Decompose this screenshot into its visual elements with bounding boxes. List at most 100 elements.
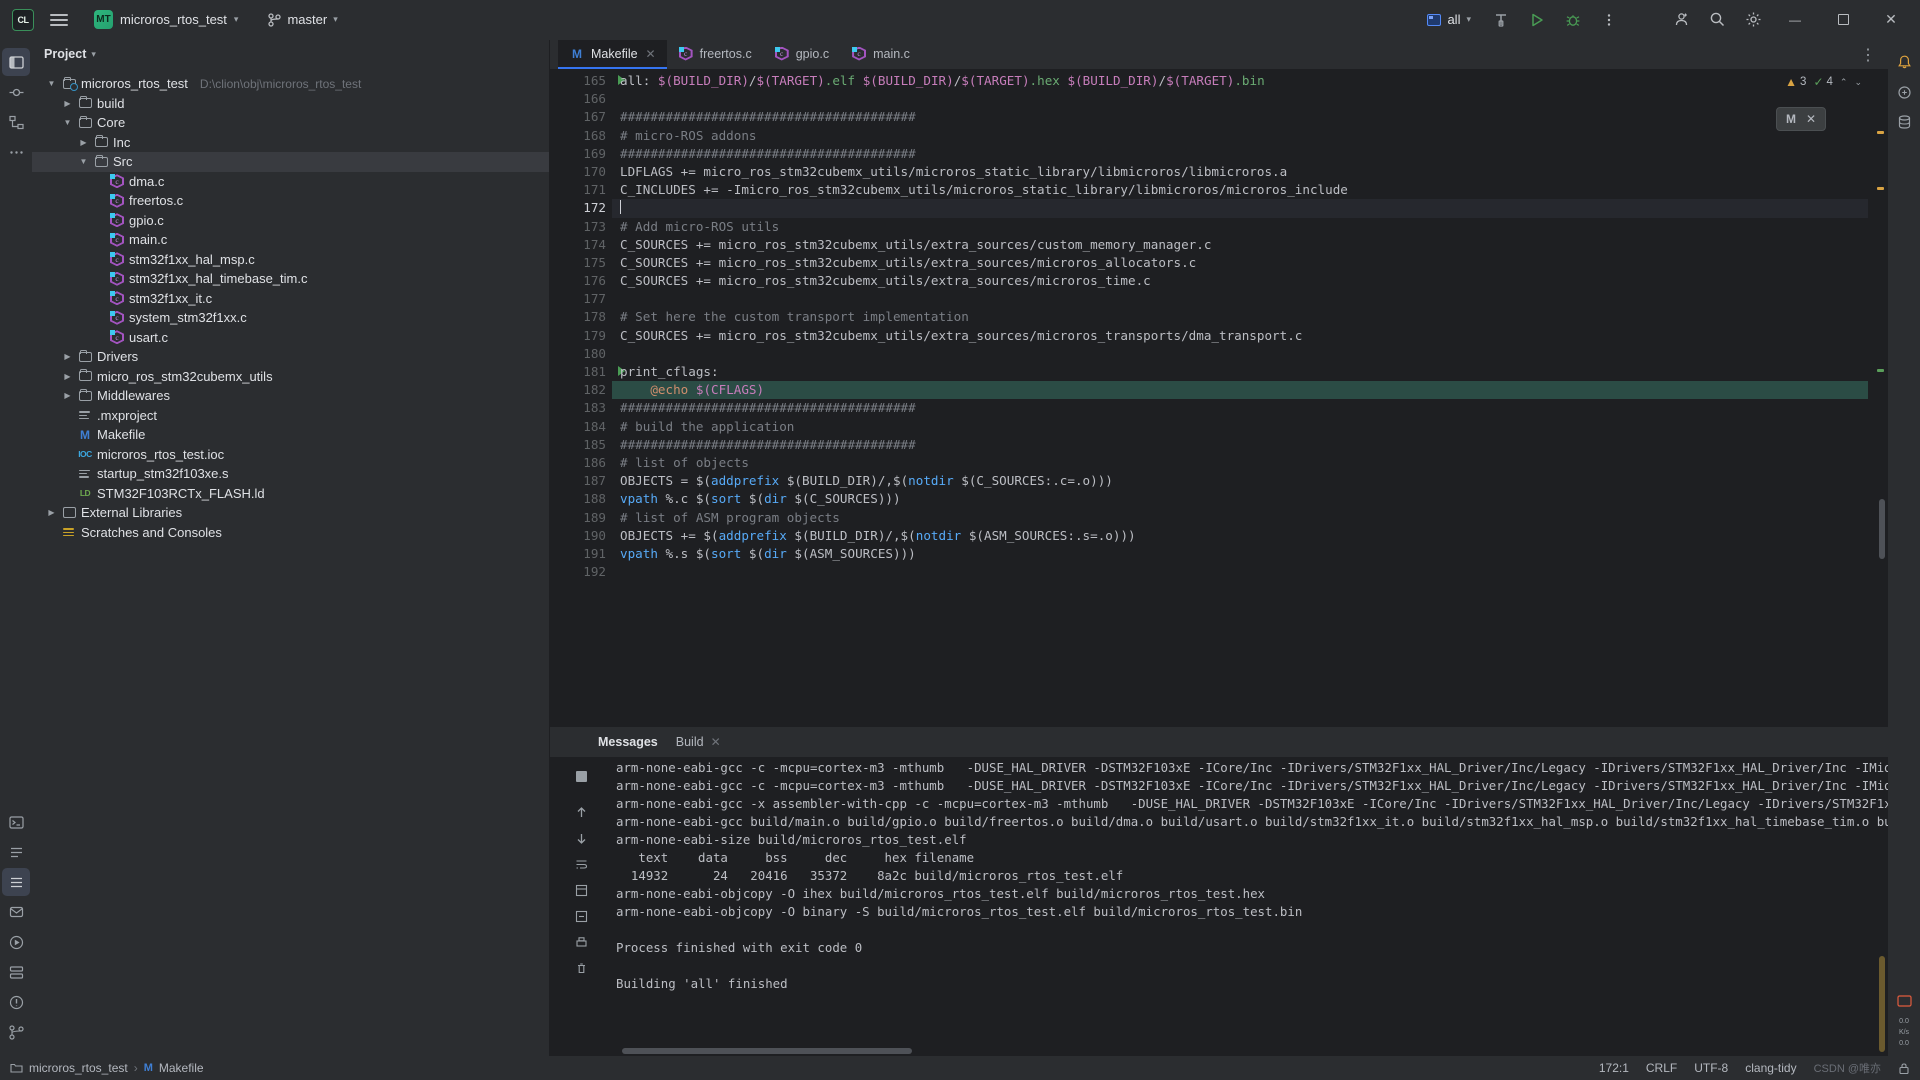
code-line[interactable]: LDFLAGS += micro_ros_stm32cubemx_utils/m… (612, 163, 1868, 181)
tree-item-stm32f103rctx-flash-ld[interactable]: ▶LDSTM32F103RCTx_FLASH.ld (32, 484, 549, 504)
lock-icon[interactable] (1898, 1062, 1910, 1075)
tab-gpio-c[interactable]: cgpio.c (763, 40, 840, 69)
tree-item-gpio-c[interactable]: ▶cgpio.c (32, 211, 549, 231)
line-number[interactable]: 165 (550, 72, 612, 90)
line-number[interactable]: 180 (550, 345, 612, 363)
tree-item-stm32f1xx-hal-timebase-tim-c[interactable]: ▶cstm32f1xx_hal_timebase_tim.c (32, 269, 549, 289)
scroll-up-icon[interactable] (570, 801, 592, 823)
ok-marker[interactable] (1877, 369, 1884, 372)
line-number[interactable]: 166 (550, 90, 612, 108)
ai-assistant-icon[interactable] (1890, 78, 1918, 106)
tree-item--mxproject[interactable]: ▶.mxproject (32, 406, 549, 426)
editor-scrollbar-thumb[interactable] (1879, 499, 1885, 559)
code-line[interactable]: ####################################### (612, 145, 1868, 163)
code-line[interactable]: ####################################### (612, 108, 1868, 126)
rerun-icon[interactable] (570, 765, 592, 787)
tree-item-external-libraries[interactable]: ▶External Libraries (32, 503, 549, 523)
tree-item-dma-c[interactable]: ▶cdma.c (32, 172, 549, 192)
run-configuration-selector[interactable]: all ▾ (1420, 8, 1478, 31)
vcs-tool-icon[interactable] (2, 1018, 30, 1046)
close-icon[interactable]: ✕ (1806, 112, 1816, 126)
tree-item-usart-c[interactable]: ▶cusart.c (32, 328, 549, 348)
code-line[interactable]: # Set here the custom transport implemen… (612, 308, 1868, 326)
collapse-icon[interactable] (570, 905, 592, 927)
tree-item-stm32f1xx-hal-msp-c[interactable]: ▶cstm32f1xx_hal_msp.c (32, 250, 549, 270)
code-line[interactable] (612, 90, 1868, 108)
minimize-button[interactable]: — (1772, 3, 1818, 37)
tree-item-inc[interactable]: ▶Inc (32, 133, 549, 153)
chevron-down-icon[interactable]: ▼ (46, 79, 57, 88)
console-horizontal-scrollbar[interactable] (622, 1048, 912, 1054)
line-number[interactable]: 178 (550, 308, 612, 326)
line-number[interactable]: 175 (550, 254, 612, 272)
inspection-marker-bar[interactable] (1868, 69, 1888, 726)
line-number[interactable]: 170 (550, 163, 612, 181)
search-button[interactable] (1700, 3, 1734, 37)
chevron-down-icon[interactable]: ⌄ (1854, 77, 1862, 88)
messages-tool-icon[interactable] (2, 898, 30, 926)
debug-button[interactable] (1556, 3, 1590, 37)
line-number[interactable]: 184 (550, 418, 612, 436)
console-vertical-scrollbar[interactable] (1879, 956, 1885, 1052)
chevron-right-icon[interactable]: ▶ (78, 138, 89, 147)
line-separator[interactable]: CRLF (1646, 1061, 1677, 1075)
run-button[interactable] (1520, 3, 1554, 37)
clion-logo-button[interactable]: CL (6, 3, 40, 37)
code-line[interactable]: OBJECTS = $(addprefix $(BUILD_DIR)/,$(no… (612, 472, 1868, 490)
line-number[interactable]: 189 (550, 509, 612, 527)
chevron-up-icon[interactable]: ⌃ (1840, 77, 1848, 88)
tree-item-system-stm32f1xx-c[interactable]: ▶csystem_stm32f1xx.c (32, 308, 549, 328)
project-panel-header[interactable]: Project ▾ (32, 40, 549, 68)
chevron-down-icon[interactable]: ▼ (62, 118, 73, 127)
tree-item-build[interactable]: ▶build (32, 94, 549, 114)
ok-count-item[interactable]: ✓ 4 (1813, 75, 1832, 89)
line-number[interactable]: 179 (550, 327, 612, 345)
code-line[interactable]: C_SOURCES += micro_ros_stm32cubemx_utils… (612, 272, 1868, 290)
line-number[interactable]: 176 (550, 272, 612, 290)
more-vertical-icon[interactable]: ⋮ (1848, 40, 1888, 69)
account-button[interactable] (1664, 3, 1698, 37)
tree-item-src[interactable]: ▼Src (32, 152, 549, 172)
database-icon[interactable] (1890, 108, 1918, 136)
tree-item-startup-stm32f103xe-s[interactable]: ▶startup_stm32f103xe.s (32, 464, 549, 484)
code-line[interactable]: ####################################### (612, 399, 1868, 417)
line-number[interactable]: 169 (550, 145, 612, 163)
net-activity-icon[interactable] (1890, 987, 1918, 1015)
warning-count-item[interactable]: ▲ 3 (1785, 75, 1806, 89)
trash-icon[interactable] (570, 957, 592, 979)
branch-widget[interactable]: master ▾ (260, 8, 345, 31)
tab-main-c[interactable]: cmain.c (840, 40, 921, 69)
line-number[interactable]: 185 (550, 436, 612, 454)
code-line[interactable]: ####################################### (612, 436, 1868, 454)
tree-item-micro-ros-stm32cubemx-utils[interactable]: ▶micro_ros_stm32cubemx_utils (32, 367, 549, 387)
code-line[interactable]: OBJECTS += $(addprefix $(BUILD_DIR)/,$(n… (612, 527, 1868, 545)
tree-item-drivers[interactable]: ▶Drivers (32, 347, 549, 367)
tree-item-core[interactable]: ▼Core (32, 113, 549, 133)
line-number[interactable]: 190 (550, 527, 612, 545)
chevron-right-icon[interactable]: ▶ (62, 352, 73, 361)
code-line[interactable] (612, 290, 1868, 308)
chevron-right-icon[interactable]: ▶ (62, 99, 73, 108)
line-number-gutter[interactable]: 1651661671681691701711721731741751761771… (550, 69, 612, 726)
code-line[interactable]: C_INCLUDES += -Imicro_ros_stm32cubemx_ut… (612, 181, 1868, 199)
line-number[interactable]: 174 (550, 236, 612, 254)
tab-close-icon[interactable]: ✕ (646, 47, 656, 61)
code-analyzer[interactable]: clang-tidy (1745, 1061, 1796, 1075)
code-line[interactable]: # list of ASM program objects (612, 509, 1868, 527)
close-window-button[interactable]: ✕ (1868, 3, 1914, 37)
expand-icon[interactable] (570, 879, 592, 901)
project-tool-icon[interactable] (2, 48, 30, 76)
warning-marker[interactable] (1877, 187, 1884, 190)
line-number[interactable]: 186 (550, 454, 612, 472)
warning-marker[interactable] (1877, 131, 1884, 134)
line-number[interactable]: 188 (550, 490, 612, 508)
chevron-down-icon[interactable]: ▼ (78, 157, 89, 166)
tree-item-makefile[interactable]: ▶MMakefile (32, 425, 549, 445)
commit-tool-icon[interactable] (2, 78, 30, 106)
build-tab-bar[interactable]: MessagesBuild✕ (550, 727, 1888, 757)
more-actions-button[interactable] (1592, 3, 1626, 37)
code-area[interactable]: 1651661671681691701711721731741751761771… (550, 69, 1868, 726)
build-tab-build[interactable]: Build✕ (676, 735, 721, 749)
todo-tool-icon[interactable] (2, 838, 30, 866)
code-line[interactable]: # list of objects (612, 454, 1868, 472)
